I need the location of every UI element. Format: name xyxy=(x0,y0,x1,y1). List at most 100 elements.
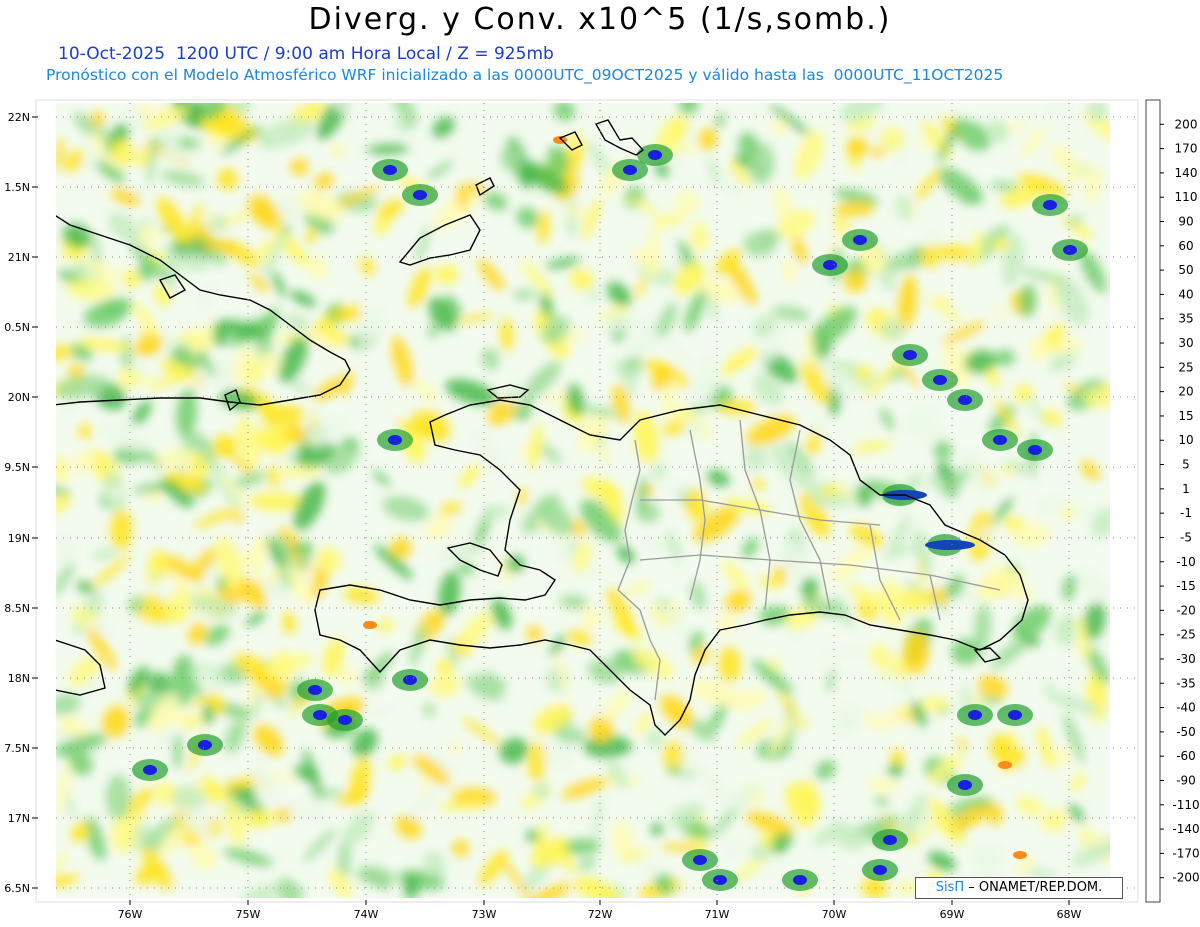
colorbar-label: -35 xyxy=(1176,676,1196,690)
colorbar-label: 35 xyxy=(1178,312,1193,326)
colorbar-label: 10 xyxy=(1178,433,1193,447)
lat-label: 0.5N xyxy=(4,321,30,334)
colorbar-label: -30 xyxy=(1176,652,1196,666)
field-blob xyxy=(452,839,469,857)
lon-label: 71W xyxy=(705,908,730,921)
colorbar-label: 200 xyxy=(1175,117,1198,131)
colorbar-label: 20 xyxy=(1178,385,1193,399)
convergence-core xyxy=(903,350,917,360)
lat-label: 19N xyxy=(8,532,30,545)
divergence-core xyxy=(363,621,377,629)
convergence-core xyxy=(793,875,807,885)
convergence-core xyxy=(413,190,427,200)
convergence-core xyxy=(883,835,897,845)
colorbar: 200 170 140 110 90 60 50 40 35 30 25 20 15 10 5 1 -1 -5 -1… xyxy=(1145,99,1200,903)
colorbar-label: 170 xyxy=(1175,142,1198,156)
lat-label: 21N xyxy=(8,251,30,264)
credit-text: – ONAMET/REP.DOM. xyxy=(964,880,1103,895)
lat-label: 7.5N xyxy=(4,742,30,755)
convergence-core xyxy=(383,165,397,175)
colorbar-label: -140 xyxy=(1172,822,1199,836)
colorbar-label: 50 xyxy=(1178,263,1193,277)
divergence-field xyxy=(56,103,1110,898)
convergence-core xyxy=(313,710,327,720)
convergence-core xyxy=(308,685,322,695)
colorbar-label: -15 xyxy=(1176,579,1196,593)
colorbar-label: -25 xyxy=(1176,628,1196,642)
lon-label: 69W xyxy=(940,908,965,921)
lon-label: 73W xyxy=(472,908,497,921)
lat-label: 17N xyxy=(8,812,30,825)
convergence-core xyxy=(853,235,867,245)
colorbar-label: 40 xyxy=(1178,287,1193,301)
convergence-core xyxy=(388,435,402,445)
latitude-labels: 22N 1.5N 21N 0.5N 20N 9.5N 19N 8.5N 18N 7.5N 17N 6.… xyxy=(4,111,38,895)
convergence-core xyxy=(713,875,727,885)
convergence-core xyxy=(198,740,212,750)
convergence-core xyxy=(925,540,975,550)
lon-label: 72W xyxy=(588,908,613,921)
colorbar-label: -20 xyxy=(1176,603,1196,617)
colorbar-label: 5 xyxy=(1182,458,1190,472)
colorbar-label: -90 xyxy=(1176,773,1196,787)
convergence-core xyxy=(648,150,662,160)
convergence-core xyxy=(873,865,887,875)
colorbar-label: -40 xyxy=(1176,701,1196,715)
credit-box: SisΠ – ONAMET/REP.DOM. xyxy=(915,877,1123,899)
colorbar-label: 140 xyxy=(1175,166,1198,180)
convergence-core xyxy=(693,855,707,865)
convergence-core xyxy=(968,710,982,720)
colorbar-label: 15 xyxy=(1178,409,1193,423)
convergence-core xyxy=(933,375,947,385)
lon-label: 74W xyxy=(354,908,379,921)
colorbar-label: 25 xyxy=(1178,360,1193,374)
divergence-core xyxy=(998,761,1012,769)
lat-label: 22N xyxy=(8,111,30,124)
lat-label: 1.5N xyxy=(4,181,30,194)
colorbar-label: 1 xyxy=(1182,482,1190,496)
lon-label: 75W xyxy=(236,908,261,921)
convergence-core xyxy=(958,395,972,405)
field-blob xyxy=(65,278,115,300)
convergence-core xyxy=(823,260,837,270)
colorbar-label: 30 xyxy=(1178,336,1193,350)
convergence-core xyxy=(993,435,1007,445)
convergence-core xyxy=(1043,200,1057,210)
convergence-core xyxy=(1063,245,1077,255)
lon-label: 70W xyxy=(822,908,847,921)
colorbar-border xyxy=(1145,99,1161,903)
colorbar-label: -50 xyxy=(1176,725,1196,739)
colorbar-label: -10 xyxy=(1176,555,1196,569)
colorbar-label: -5 xyxy=(1180,530,1192,544)
lat-label: 20N xyxy=(8,391,30,404)
convergence-core xyxy=(1028,445,1042,455)
field-blob xyxy=(871,146,885,158)
colorbar-label: -200 xyxy=(1172,871,1199,885)
colorbar-label: -60 xyxy=(1176,749,1196,763)
field-blob xyxy=(105,774,131,820)
lat-label: 8.5N xyxy=(4,602,30,615)
divergence-core xyxy=(1013,851,1027,859)
lat-label: 18N xyxy=(8,672,30,685)
colorbar-label: 90 xyxy=(1178,215,1193,229)
map-canvas: 22N 1.5N 21N 0.5N 20N 9.5N 19N 8.5N 18N 7.5N 17N 6.… xyxy=(4,99,1200,921)
brand-logo: SisΠ xyxy=(935,880,965,895)
lat-label: 9.5N xyxy=(4,461,30,474)
field-blob xyxy=(920,696,950,712)
convergence-core xyxy=(1008,710,1022,720)
convergence-core xyxy=(623,165,637,175)
lon-label: 76W xyxy=(118,908,143,921)
lat-label: 6.5N xyxy=(4,882,30,895)
colorbar-label: -1 xyxy=(1180,506,1192,520)
convergence-core xyxy=(403,675,417,685)
colorbar-label: 110 xyxy=(1175,190,1198,204)
longitude-labels: 76W 75W 74W 73W 72W 71W 70W 69W 68W xyxy=(118,900,1082,921)
convergence-core xyxy=(143,765,157,775)
colorbar-label: -170 xyxy=(1172,846,1199,860)
convergence-core xyxy=(338,715,352,725)
colorbar-label: 60 xyxy=(1178,239,1193,253)
field-blob xyxy=(173,732,182,770)
colorbar-label: -110 xyxy=(1172,798,1199,812)
convergence-core xyxy=(958,780,972,790)
lon-label: 68W xyxy=(1057,908,1082,921)
